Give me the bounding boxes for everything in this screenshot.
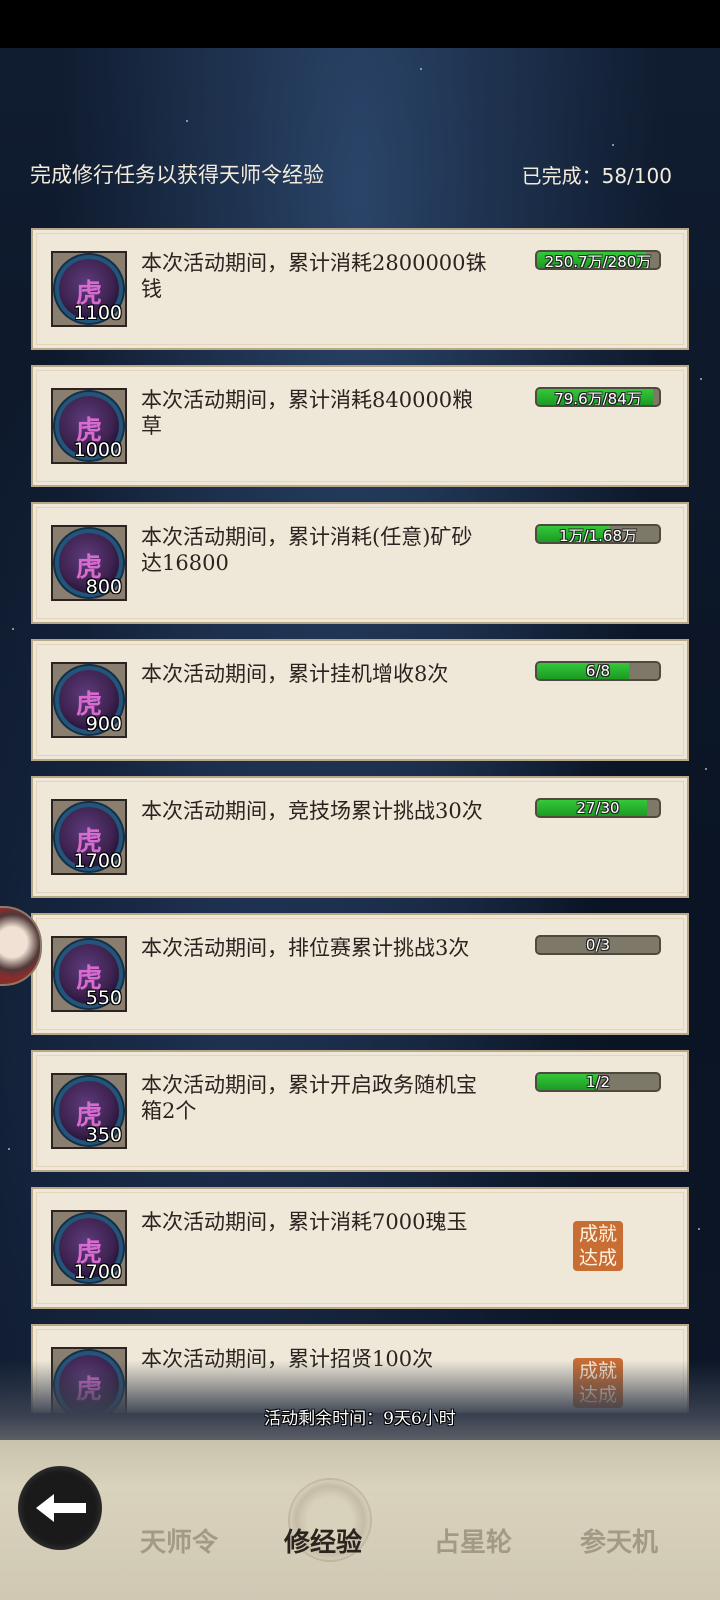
task-list[interactable]: 虎 1100 本次活动期间，累计消耗2800000铢钱 250.7万/280万虎 100… [31, 228, 691, 1413]
reward-item[interactable]: 虎 1700 [51, 799, 127, 875]
task-card[interactable]: 虎 1700 本次活动期间，竞技场累计挑战30次 27/30 [31, 776, 689, 898]
reward-item[interactable]: 虎 1100 [51, 251, 127, 327]
reward-item[interactable]: 虎 350 [51, 1073, 127, 1149]
status-bar [0, 0, 720, 48]
task-description: 本次活动期间，累计消耗2800000铢钱 [141, 251, 487, 301]
progress-bar: 250.7万/280万 [535, 250, 661, 270]
reward-count: 1700 [73, 850, 122, 872]
arrow-left-icon [36, 1494, 86, 1522]
progress-bar: 79.6万/84万 [535, 387, 661, 407]
progress-bar: 1/2 [535, 1072, 661, 1092]
task-description: 本次活动期间，排位赛累计挑战3次 [141, 936, 470, 960]
task-description: 本次活动期间，累计挂机增收8次 [141, 662, 449, 686]
task-card[interactable]: 虎 1700 本次活动期间，累计消耗7000瑰玉 成就 达成 [31, 1187, 689, 1309]
reward-item[interactable]: 虎 900 [51, 662, 127, 738]
progress-text: 250.7万/280万 [544, 253, 652, 270]
task-card[interactable]: 虎 1000 本次活动期间，累计消耗840000粮草 79.6万/84万 [31, 365, 689, 487]
progress-text: 27/30 [576, 799, 620, 817]
tab-zhanxinglun[interactable]: 占星轮 [434, 1522, 512, 1559]
reward-count: 550 [85, 987, 122, 1009]
reward-count: 800 [85, 576, 122, 598]
progress-text: 6/8 [585, 662, 611, 680]
tab-tianshiling[interactable]: 天师令 [140, 1522, 218, 1559]
reward-count: 900 [85, 713, 122, 735]
task-card[interactable]: 虎 350 本次活动期间，累计开启政务随机宝箱2个 1/2 [31, 1050, 689, 1172]
reward-item[interactable]: 虎 1700 [51, 1210, 127, 1286]
reward-item[interactable]: 虎 800 [51, 525, 127, 601]
task-card[interactable]: 虎 800 本次活动期间，累计消耗(任意)矿砂达16800 1万/1.68万 [31, 502, 689, 624]
progress-bar: 0/3 [535, 935, 661, 955]
task-card[interactable]: 虎 900 本次活动期间，累计挂机增收8次 6/8 [31, 639, 689, 761]
task-description: 本次活动期间，累计消耗840000粮草 [141, 388, 474, 438]
reward-count: 1700 [73, 1261, 122, 1283]
task-card[interactable]: 虎 550 本次活动期间，排位赛累计挑战3次 0/3 [31, 913, 689, 1035]
tab-xiujingyan[interactable]: 修经验 [284, 1522, 362, 1559]
progress-text: 0/3 [585, 936, 611, 954]
stamp-line-1: 成就 [578, 1223, 617, 1245]
reward-count: 350 [85, 1124, 122, 1146]
progress-bar: 6/8 [535, 661, 661, 681]
task-description: 本次活动期间，累计消耗(任意)矿砂达16800 [141, 525, 473, 575]
progress-text: 1万/1.68万 [559, 527, 637, 544]
task-card[interactable]: 虎 1100 本次活动期间，累计消耗2800000铢钱 250.7万/280万 [31, 228, 689, 350]
reward-item[interactable]: 虎 550 [51, 936, 127, 1012]
reward-count: 1000 [73, 439, 122, 461]
achievement-complete-stamp[interactable]: 成就达成 [573, 1221, 623, 1271]
completion-counter: 已完成：58/100 [521, 163, 672, 188]
header-title: 完成修行任务以获得天师令经验 [30, 163, 324, 187]
progress-text: 79.6万/84万 [554, 390, 642, 407]
progress-bar: 27/30 [535, 798, 661, 818]
progress-bar: 1万/1.68万 [535, 524, 661, 544]
progress-text: 1/2 [585, 1073, 611, 1091]
reward-item[interactable]: 虎 1000 [51, 388, 127, 464]
task-description: 本次活动期间，累计开启政务随机宝箱2个 [141, 1073, 477, 1123]
back-button[interactable] [18, 1466, 102, 1550]
reward-count: 1100 [73, 302, 122, 324]
time-remaining: 活动剩余时间：9天6小时 [264, 1409, 456, 1429]
tab-cantianji[interactable]: 参天机 [580, 1522, 658, 1559]
task-description: 本次活动期间，累计消耗7000瑰玉 [141, 1210, 468, 1234]
header-row: 完成修行任务以获得天师令经验 已完成：58/100 [30, 158, 672, 190]
task-description: 本次活动期间，竞技场累计挑战30次 [141, 799, 483, 823]
stamp-line-2: 达成 [578, 1247, 617, 1269]
